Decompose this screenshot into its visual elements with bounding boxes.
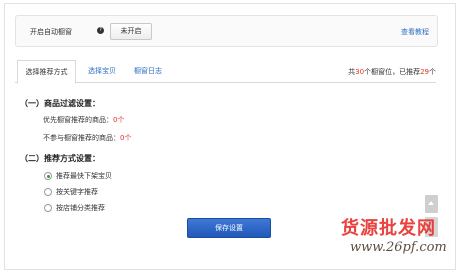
- excluded-items-row: 不参与橱窗推荐的商品：0个: [43, 133, 131, 143]
- method-section-title: （二）推荐方式设置：: [20, 154, 100, 163]
- save-settings-button[interactable]: 保存设置: [187, 218, 271, 238]
- radio-button[interactable]: [44, 188, 52, 196]
- tab-window-log[interactable]: 橱窗日志: [134, 60, 162, 82]
- help-icon[interactable]: ?: [97, 27, 104, 34]
- auto-window-toggle-button[interactable]: 未开启: [110, 23, 152, 40]
- priority-items-count[interactable]: 0个: [113, 116, 124, 124]
- tab-select-items[interactable]: 选择宝贝: [88, 60, 116, 82]
- excluded-items-count[interactable]: 0个: [120, 134, 131, 142]
- window-stats: 共30个橱窗位，已推荐29个: [348, 68, 436, 76]
- scroll-up-icon[interactable]: [425, 195, 438, 213]
- total-slots: 30: [355, 68, 365, 76]
- auto-window-label: 开启自动橱窗: [30, 28, 72, 36]
- radio-button[interactable]: [44, 172, 52, 180]
- tab-select-method[interactable]: 选择推荐方式: [17, 60, 76, 84]
- watermark-logo: 货源批发网: [341, 218, 436, 239]
- filter-section-title: （一）商品过滤设置：: [20, 99, 100, 108]
- tab-bar: 选择推荐方式 选择宝贝 橱窗日志 共30个橱窗位，已推荐29个: [15, 60, 436, 84]
- recommended-count: 29: [420, 68, 429, 76]
- auto-window-bar: 开启自动橱窗 ? 未开启 查看教程: [15, 15, 438, 47]
- priority-items-label: 优先橱窗推荐的商品：: [43, 116, 113, 124]
- option-label: 按关键字推荐: [56, 188, 98, 196]
- option-label: 推荐最快下架宝贝: [56, 172, 112, 180]
- option-label: 按店铺分类推荐: [56, 204, 105, 212]
- view-tutorial-link[interactable]: 查看教程: [401, 27, 429, 37]
- priority-items-row: 优先橱窗推荐的商品：0个: [43, 115, 124, 125]
- excluded-items-label: 不参与橱窗推荐的商品：: [43, 134, 120, 142]
- watermark-url: www.26pf.com: [350, 240, 447, 255]
- radio-button[interactable]: [44, 204, 52, 212]
